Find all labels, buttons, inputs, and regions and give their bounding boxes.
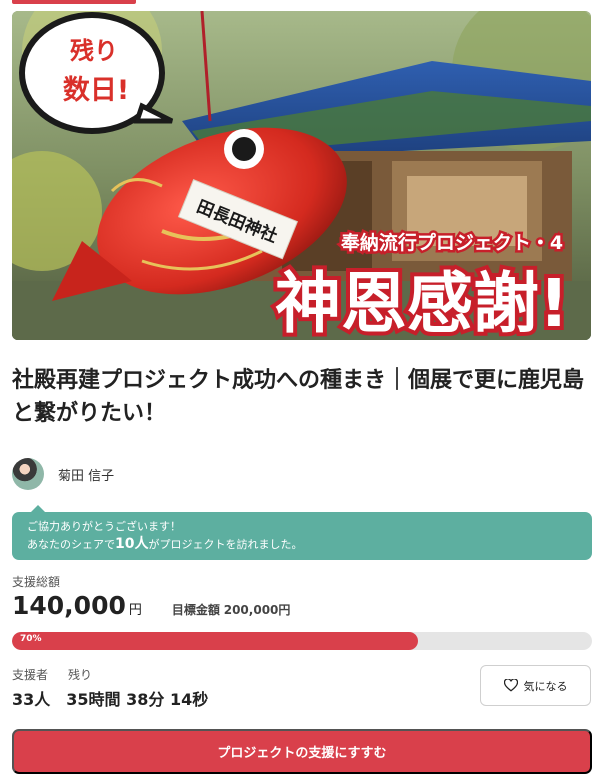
funding-amount-row: 140,000 円 目標金額 200,000円 [12, 591, 290, 620]
project-title: 社殿再建プロジェクト成功への種まき｜個展で更に鹿児島と繋がりたい！ [12, 368, 585, 426]
favorite-button[interactable]: 気になる [480, 665, 591, 706]
owner-name[interactable]: 菊田 信子 [58, 465, 114, 484]
goal-value: 200,000円 [223, 603, 291, 617]
badge-line1: 残り [70, 37, 118, 65]
stats-values: 33人 35時間 38分 14秒 [12, 686, 224, 710]
currency-label: 円 [128, 603, 142, 618]
hero-series-text: 奉納流行プロジェクト・4 [340, 231, 563, 254]
favorite-label: 気になる [523, 679, 568, 693]
share-visits-prefix: あなたのシェアで [27, 538, 115, 551]
share-visits-suffix: がプロジェクトを訪れました。 [148, 538, 303, 551]
share-thanks-line: ご協力ありがとうございます！ [27, 520, 181, 533]
remaining-time: 35時間 38分 14秒 [66, 690, 209, 709]
total-amount-label: 支援総額 [12, 575, 61, 589]
heart-icon [503, 679, 518, 692]
hero-image: 田長田神社 残り 数日! 奉納流行プロジェクト・4 神恩感謝! [12, 11, 591, 340]
funding-progress-bar: 70% [12, 632, 592, 650]
supporters-label: 支援者 [12, 668, 49, 682]
badge-line2: 数日! [63, 75, 129, 106]
supporters-count: 33人 [12, 690, 51, 709]
goal-label: 目標金額 [171, 603, 220, 617]
total-amount: 140,000 [12, 591, 126, 620]
hero-slogan: 神恩感謝! [275, 265, 569, 340]
goal-amount: 目標金額 200,000円 [172, 601, 291, 618]
avatar[interactable] [12, 458, 44, 490]
share-visits-line: あなたのシェアで10人がプロジェクトを訪れました。 [27, 535, 592, 554]
share-visits-count: 10人 [115, 536, 149, 552]
remaining-label: 残り [68, 668, 93, 682]
project-owner[interactable]: 菊田 信子 [12, 457, 114, 491]
support-project-button[interactable]: プロジェクトの支援にすすむ [12, 729, 592, 774]
share-thanks-message: ご協力ありがとうございます！ あなたのシェアで10人がプロジェクトを訪れました。 [12, 505, 592, 560]
funding-progress-text: 70% [20, 634, 42, 644]
top-accent-bar [12, 0, 136, 4]
funding-progress-fill [12, 632, 418, 650]
stats-labels: 支援者 残り [12, 666, 112, 683]
